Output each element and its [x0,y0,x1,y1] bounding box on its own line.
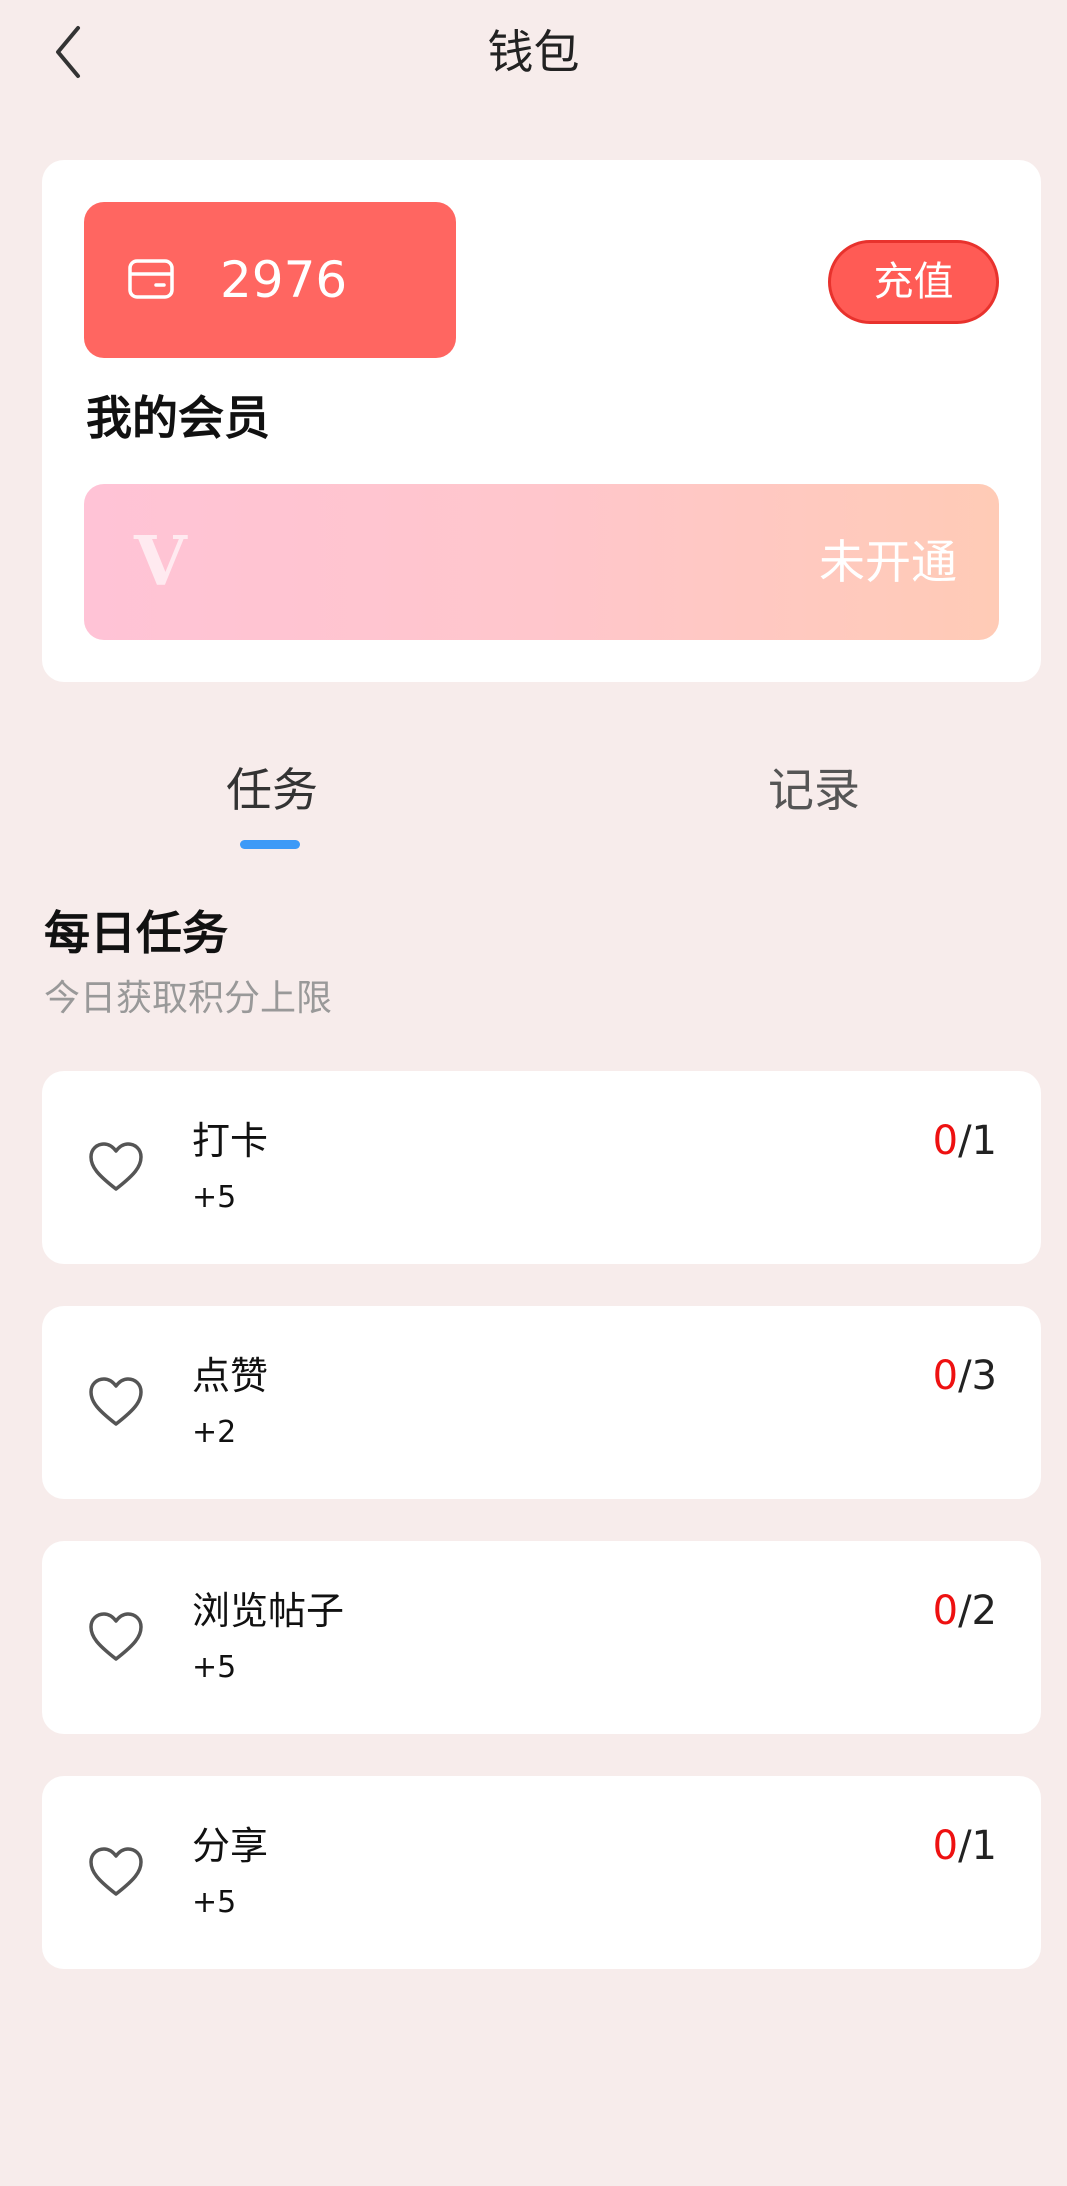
tab-tasks[interactable]: 任务 [226,752,318,828]
task-name: 点赞 [192,1354,269,1398]
page-title: 钱包 [487,25,580,79]
task-card-like[interactable]: 点赞 +2 0/3 [42,1306,1041,1499]
task-progress: 0/1 [933,1115,997,1167]
task-name: 分享 [192,1824,269,1868]
membership-status: 未开通 [819,535,957,589]
task-progress-done: 0 [932,1823,959,1869]
task-points: +5 [192,1885,237,1920]
task-progress-done: 0 [932,1588,959,1634]
membership-bar[interactable]: V 未开通 [84,484,999,640]
heart-outline-icon [89,1847,143,1896]
wallet-page: 钱包 2976 充值 我的会员 V 未开通 任务 记录 每日任务 今日获取积分上… [0,0,1067,2186]
task-points: +5 [192,1180,237,1215]
task-progress-done: 0 [932,1353,959,1399]
daily-tasks-title: 每日任务 [44,906,228,960]
task-progress: 0/3 [933,1350,997,1402]
heart-outline-icon [89,1612,143,1661]
wallet-card: 2976 充值 我的会员 V 未开通 [42,160,1041,682]
vip-logo: V [134,522,187,602]
task-points: +5 [192,1650,237,1685]
task-progress-total: /1 [958,1118,997,1164]
balance-value: 2976 [220,251,348,309]
task-card-checkin[interactable]: 打卡 +5 0/1 [42,1071,1041,1264]
heart-outline-icon [89,1377,143,1426]
task-name: 浏览帖子 [192,1589,345,1633]
balance-box: 2976 [84,202,456,358]
daily-tasks-subtitle: 今日获取积分上限 [44,978,333,1019]
member-heading: 我的会员 [86,391,270,445]
tab-records[interactable]: 记录 [768,752,860,828]
task-progress-total: /3 [958,1353,997,1399]
header: 钱包 [0,0,1067,110]
recharge-button[interactable]: 充值 [828,240,999,324]
task-card-share[interactable]: 分享 +5 0/1 [42,1776,1041,1969]
wallet-card-icon [128,259,174,299]
task-progress: 0/1 [933,1820,997,1872]
task-progress: 0/2 [933,1585,997,1637]
active-tab-indicator [240,840,300,849]
heart-outline-icon [89,1142,143,1191]
tab-bar: 任务 记录 [0,752,1067,862]
task-card-browse-posts[interactable]: 浏览帖子 +5 0/2 [42,1541,1041,1734]
task-progress-done: 0 [932,1118,959,1164]
task-progress-total: /1 [958,1823,997,1869]
task-name: 打卡 [192,1119,269,1163]
task-progress-total: /2 [958,1588,997,1634]
task-points: +2 [192,1415,237,1450]
